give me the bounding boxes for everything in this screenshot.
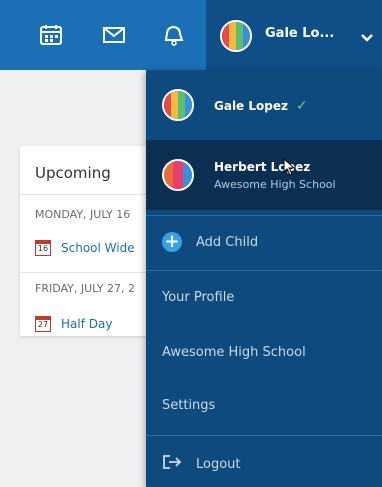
user-school: Awesome High School bbox=[214, 178, 336, 191]
chevron-down-icon[interactable] bbox=[360, 28, 374, 47]
user-name: Gale Lopez bbox=[214, 99, 288, 113]
add-child-button[interactable]: + Add Child bbox=[162, 232, 258, 252]
add-child-label: Add Child bbox=[196, 234, 259, 250]
plus-icon: + bbox=[162, 232, 182, 252]
current-user-name[interactable]: Gale Lo... bbox=[265, 26, 334, 41]
school-link[interactable]: Awesome High School bbox=[162, 345, 306, 360]
avatar bbox=[162, 159, 194, 191]
logout-icon bbox=[162, 454, 182, 474]
mouse-cursor-icon bbox=[283, 157, 297, 180]
settings-link[interactable]: Settings bbox=[162, 398, 215, 413]
checkmark-icon: ✓ bbox=[295, 98, 308, 114]
avatar[interactable] bbox=[220, 20, 252, 52]
user-dropdown-menu: Gale Lopez ✓ Herbert Lopez Awesome High S… bbox=[146, 70, 382, 487]
logout-button[interactable]: Logout bbox=[162, 454, 241, 474]
bell-icon[interactable] bbox=[160, 22, 186, 48]
calendar-icon: 16 bbox=[35, 240, 51, 256]
event-title[interactable]: School Wide bbox=[61, 241, 135, 255]
divider bbox=[146, 270, 382, 271]
avatar bbox=[162, 89, 194, 121]
divider bbox=[146, 435, 382, 436]
event-title[interactable]: Half Day bbox=[61, 317, 112, 331]
logout-label: Logout bbox=[196, 456, 241, 472]
top-bar: Gale Lo... bbox=[0, 0, 382, 70]
event-date: MONDAY, JULY 16 bbox=[35, 208, 131, 221]
menu-user-herbert[interactable]: Herbert Lopez Awesome High School bbox=[146, 140, 382, 210]
card-title: Upcoming bbox=[35, 164, 111, 182]
divider bbox=[146, 215, 382, 216]
calendar-icon: 27 bbox=[35, 316, 51, 332]
event-link[interactable]: 16 School Wide bbox=[35, 240, 135, 256]
envelope-icon[interactable] bbox=[101, 22, 127, 48]
event-date: FRIDAY, JULY 27, 2 bbox=[35, 282, 136, 295]
calendar-icon[interactable] bbox=[38, 22, 64, 48]
menu-user-gale[interactable]: Gale Lopez ✓ bbox=[146, 70, 382, 140]
your-profile-link[interactable]: Your Profile bbox=[162, 290, 234, 305]
user-name-row: Gale Lopez ✓ bbox=[214, 98, 308, 114]
event-link[interactable]: 27 Half Day bbox=[35, 316, 112, 332]
